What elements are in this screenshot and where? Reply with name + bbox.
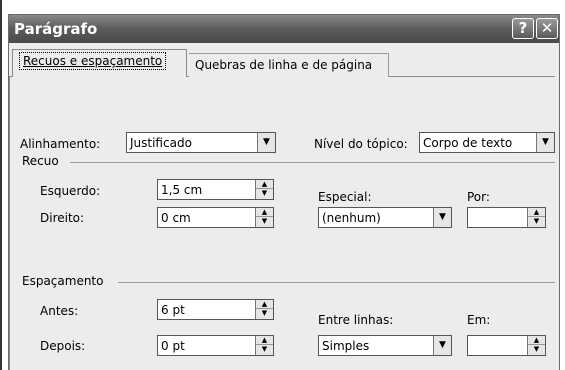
tab-label: Recuos e espaçamento (23, 54, 163, 68)
section-title: Recuo (22, 154, 59, 168)
special-select[interactable]: (nenhum) ▼ (318, 207, 452, 228)
close-button[interactable]: ✕ (536, 18, 558, 39)
spin-up-icon[interactable]: ▲ (528, 208, 545, 217)
spacing-before-input[interactable]: 6 pt ▲ ▼ (157, 299, 274, 320)
left-indent-input[interactable]: 1,5 cm ▲ ▼ (157, 179, 274, 200)
line-spacing-label: Entre linhas: (318, 313, 394, 327)
spin-down-icon[interactable]: ▼ (256, 309, 273, 318)
line-spacing-select[interactable]: Simples ▼ (318, 335, 452, 356)
tab-line-page-breaks[interactable]: Quebras de linha e de página (189, 53, 389, 77)
spin-down-icon[interactable]: ▼ (528, 217, 545, 226)
chevron-down-icon[interactable]: ▼ (433, 208, 451, 227)
spacing-before-value: 6 pt (161, 303, 185, 317)
at-input[interactable]: ▲ ▼ (467, 335, 546, 356)
left-indent-value: 1,5 cm (161, 183, 203, 197)
spacing-section: Espaçamento (22, 274, 555, 288)
chevron-down-icon[interactable]: ▼ (257, 133, 275, 152)
outline-level-label: Nível do tópico: (314, 137, 408, 151)
tab-indents-spacing[interactable]: Recuos e espaçamento (12, 49, 187, 77)
outline-level-select[interactable]: Corpo de texto ▼ (419, 132, 555, 153)
right-indent-input[interactable]: 0 cm ▲ ▼ (157, 207, 274, 228)
spin-up-icon[interactable]: ▲ (256, 180, 273, 189)
close-icon: ✕ (540, 19, 554, 37)
outline-level-value: Corpo de texto (423, 136, 513, 150)
line-spacing-value: Simples (322, 339, 370, 353)
spacing-after-value: 0 pt (161, 339, 185, 353)
special-label: Especial: (318, 190, 372, 204)
spin-up-icon[interactable]: ▲ (256, 300, 273, 309)
spinner[interactable]: ▲ ▼ (255, 208, 273, 227)
dialog-title: Parágrafo (14, 20, 98, 38)
spin-up-icon[interactable]: ▲ (256, 336, 273, 345)
section-divider (118, 282, 555, 283)
spacing-before-label: Antes: (40, 304, 79, 318)
by-label: Por: (467, 190, 490, 204)
spin-down-icon[interactable]: ▼ (256, 217, 273, 226)
spinner[interactable]: ▲ ▼ (255, 180, 273, 199)
spin-down-icon[interactable]: ▼ (528, 345, 545, 354)
special-value: (nenhum) (322, 211, 381, 225)
spin-up-icon[interactable]: ▲ (256, 208, 273, 217)
spinner[interactable]: ▲ ▼ (255, 300, 273, 319)
help-button[interactable]: ? (512, 18, 534, 39)
background-edge (0, 0, 2, 370)
title-bar[interactable]: Parágrafo ? ✕ (9, 15, 559, 43)
left-indent-label: Esquerdo: (40, 184, 101, 198)
alignment-select[interactable]: Justificado ▼ (126, 132, 276, 153)
spinner[interactable]: ▲ ▼ (255, 336, 273, 355)
chevron-down-icon[interactable]: ▼ (433, 336, 451, 355)
spin-up-icon[interactable]: ▲ (528, 336, 545, 345)
spinner[interactable]: ▲ ▼ (527, 336, 545, 355)
right-indent-label: Direito: (40, 211, 85, 225)
by-input[interactable]: ▲ ▼ (467, 207, 546, 228)
section-title: Espaçamento (22, 274, 104, 288)
alignment-value: Justificado (130, 136, 192, 150)
alignment-label: Alinhamento: (20, 137, 101, 151)
spacing-after-label: Depois: (40, 339, 86, 353)
spacing-after-input[interactable]: 0 pt ▲ ▼ (157, 335, 274, 356)
spin-down-icon[interactable]: ▼ (256, 345, 273, 354)
at-label: Em: (467, 313, 491, 327)
right-indent-value: 0 cm (161, 211, 191, 225)
tab-label: Quebras de linha e de página (195, 58, 373, 72)
chevron-down-icon[interactable]: ▼ (536, 133, 554, 152)
help-icon: ? (518, 19, 528, 37)
section-divider (70, 162, 555, 163)
spin-down-icon[interactable]: ▼ (256, 189, 273, 198)
indent-section: Recuo (22, 154, 555, 168)
spinner[interactable]: ▲ ▼ (527, 208, 545, 227)
